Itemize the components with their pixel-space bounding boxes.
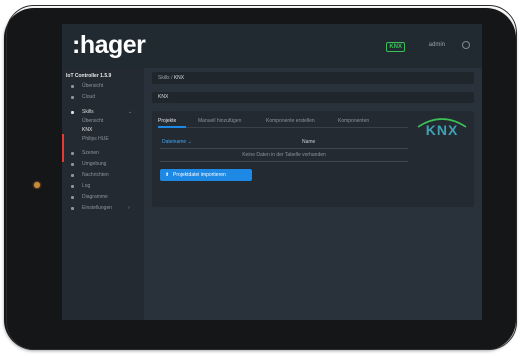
sidebar-item-messages[interactable]: Nachrichten xyxy=(62,171,144,180)
tab-manual-add[interactable]: Manuell hinzufügen xyxy=(198,116,241,126)
knx-logo: KNX xyxy=(417,118,467,137)
table-empty-message: Keine Daten in der Tabelle vorhanden xyxy=(242,152,326,158)
user-menu[interactable]: admin xyxy=(429,42,445,48)
gear-icon xyxy=(71,207,74,210)
tab-create-component[interactable]: Komponente erstellen xyxy=(266,116,315,126)
sidebar-item-skills[interactable]: Skills ⌄ xyxy=(62,108,144,117)
sidebar-subitem-knx[interactable]: KNX xyxy=(62,126,144,135)
tab-active-indicator xyxy=(158,126,186,128)
chevron-right-icon: › xyxy=(128,205,130,211)
power-icon[interactable] xyxy=(462,41,470,49)
sidebar-item-label: Szenen xyxy=(82,150,99,156)
page-title: KNX xyxy=(152,92,474,103)
log-icon xyxy=(71,185,74,188)
chevron-down-icon: ⌄ xyxy=(128,109,133,115)
chart-icon xyxy=(71,196,74,199)
sidebar-item-settings[interactable]: Einstellungen › xyxy=(62,204,144,213)
hager-logo[interactable]: :hager xyxy=(72,31,146,59)
sidebar-item-label: KNX xyxy=(82,127,93,133)
sidebar-item-scenes[interactable]: Szenen xyxy=(62,149,144,158)
breadcrumb: Skills / KNX xyxy=(152,72,474,84)
table-divider xyxy=(160,148,408,149)
home-icon xyxy=(71,85,74,88)
upload-icon: ⬆ xyxy=(165,172,170,178)
sidebar-item-label: Übersicht xyxy=(82,118,104,124)
message-icon xyxy=(71,174,74,177)
breadcrumb-skills[interactable]: Skills xyxy=(158,75,170,81)
tab-projects[interactable]: Projekte xyxy=(158,116,176,126)
top-bar: :hager KNX admin xyxy=(62,24,482,68)
sidebar-item-label: Übersicht xyxy=(82,83,104,89)
sidebar-item-label: Nachrichten xyxy=(82,172,109,178)
app-screen: :hager KNX admin IoT Controller 1.5.9 Üb… xyxy=(62,24,482,320)
tab-divider xyxy=(158,127,408,128)
sidebar-item-label: Log xyxy=(82,183,91,189)
sidebar-item-overview[interactable]: Übersicht xyxy=(62,82,144,91)
sidebar-subitem-overview[interactable]: Übersicht xyxy=(62,117,144,126)
cloud-icon xyxy=(71,96,74,99)
sidebar-item-label: Einstellungen xyxy=(82,205,113,211)
import-project-button[interactable]: ⬆ Projektdatei importieren xyxy=(160,169,252,181)
version-label: IoT Controller 1.5.9 xyxy=(66,73,112,79)
table-divider-bottom xyxy=(160,161,408,162)
sidebar-item-label: Cloud xyxy=(82,94,96,100)
sidebar: IoT Controller 1.5.9 Übersicht Cloud Ski… xyxy=(62,68,144,320)
environment-icon xyxy=(71,163,74,166)
sidebar-item-environment[interactable]: Umgebung xyxy=(62,160,144,169)
column-name[interactable]: Name xyxy=(302,137,315,147)
sidebar-item-log[interactable]: Log xyxy=(62,182,144,191)
sidebar-subitem-philips-hue[interactable]: Philips HUE xyxy=(62,135,144,144)
scenes-icon xyxy=(71,152,74,155)
main-content: Skills / KNX KNX Projekte Manuell hinzuf… xyxy=(144,68,482,320)
sidebar-item-label: Diagramme xyxy=(82,194,108,200)
breadcrumb-separator: / xyxy=(171,75,173,81)
sidebar-item-label: Umgebung xyxy=(82,161,107,167)
camera-icon xyxy=(34,182,40,188)
skills-icon xyxy=(71,111,74,114)
knx-panel: Projekte Manuell hinzufügen Komponente e… xyxy=(152,111,474,207)
tab-components[interactable]: Komponenten xyxy=(338,116,369,126)
knx-badge: KNX xyxy=(386,42,405,52)
import-button-label: Projektdatei importieren xyxy=(173,172,226,178)
sidebar-item-label: Philips HUE xyxy=(82,136,109,142)
sidebar-item-charts[interactable]: Diagramme xyxy=(62,193,144,202)
sidebar-item-cloud[interactable]: Cloud xyxy=(62,93,144,102)
knx-logo-text: KNX xyxy=(426,122,459,137)
column-filename[interactable]: Dateiname ⌄ xyxy=(162,137,192,147)
breadcrumb-current: KNX xyxy=(173,75,185,81)
sidebar-item-label: Skills xyxy=(82,109,94,115)
